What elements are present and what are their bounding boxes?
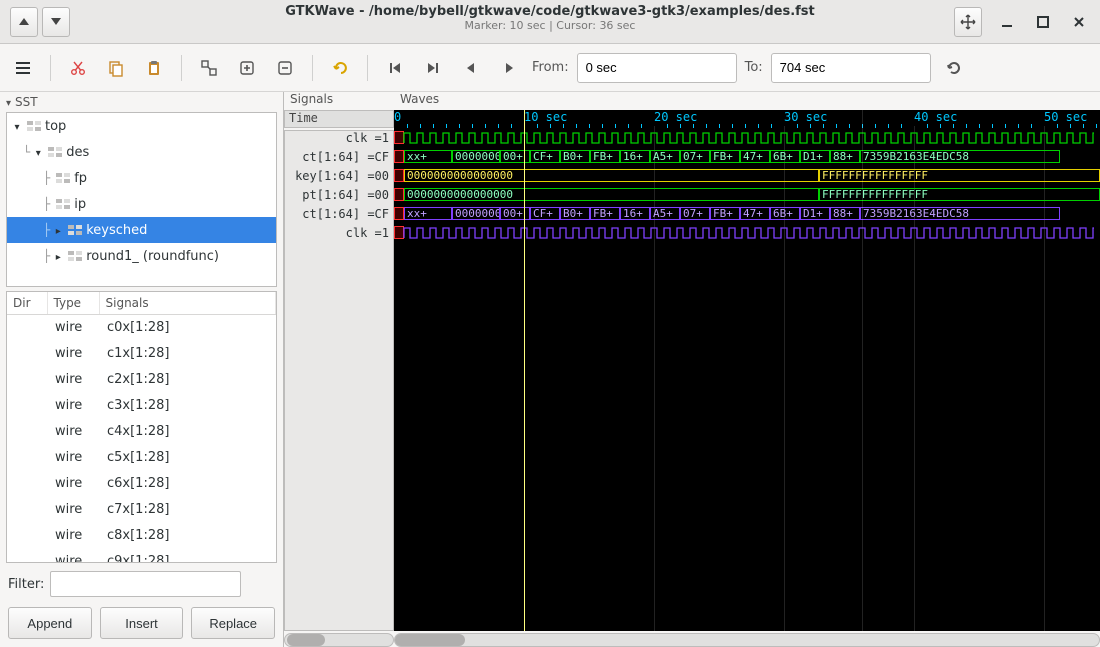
tree-node-des[interactable]: └ des (7, 139, 276, 165)
signal-name[interactable]: key[1:64] =00 (285, 169, 393, 188)
nav-prev-edge-button[interactable] (456, 53, 486, 83)
table-row[interactable]: wirec6x[1:28] (7, 470, 276, 496)
move-window-button[interactable] (954, 7, 982, 37)
tree-label: ip (74, 197, 86, 212)
reload-button[interactable] (939, 53, 969, 83)
marker-line[interactable] (524, 110, 525, 631)
marker-cursor-status: Marker: 10 sec | Cursor: 36 sec (0, 19, 1100, 32)
col-signals[interactable]: Signals (99, 292, 276, 314)
window-maximize-button[interactable] (1030, 9, 1056, 35)
replace-button[interactable]: Replace (191, 607, 275, 639)
window-title: GTKWave - /home/bybell/gtkwave/code/gtkw… (0, 4, 1100, 19)
module-icon (48, 146, 62, 158)
shift-down-button[interactable] (42, 7, 70, 37)
filter-input[interactable] (50, 571, 241, 597)
to-label: To: (745, 60, 763, 75)
hierarchy-tree[interactable]: top └ des ├ fp ├ ip ├ keysched (6, 112, 277, 287)
nav-first-button[interactable] (380, 53, 410, 83)
table-row[interactable]: wirec7x[1:28] (7, 496, 276, 522)
waves-pane-title: Waves (394, 92, 1100, 110)
tree-label: des (66, 145, 89, 160)
sst-panel-header: SST (0, 92, 283, 112)
module-icon (68, 250, 82, 262)
tree-node-top[interactable]: top (7, 113, 276, 139)
tree-label: top (45, 119, 66, 134)
zoom-fit-button[interactable] (194, 53, 224, 83)
wave-view[interactable]: 010 sec20 sec30 sec40 sec50 sec xx+00000… (394, 110, 1100, 631)
table-row[interactable]: wirec8x[1:28] (7, 522, 276, 548)
from-time-input[interactable] (577, 53, 737, 83)
copy-button[interactable] (101, 53, 131, 83)
zoom-out-button[interactable] (270, 53, 300, 83)
col-type[interactable]: Type (47, 292, 99, 314)
undo-button[interactable] (325, 53, 355, 83)
signal-name[interactable]: ct[1:64] =CF (285, 150, 393, 169)
module-icon (27, 120, 41, 132)
filter-label: Filter: (8, 577, 44, 592)
shift-up-button[interactable] (10, 7, 38, 37)
table-row[interactable]: wirec2x[1:28] (7, 366, 276, 392)
table-row[interactable]: wirec3x[1:28] (7, 392, 276, 418)
module-icon (56, 172, 70, 184)
nav-last-button[interactable] (418, 53, 448, 83)
tree-label: fp (74, 171, 87, 186)
paste-button[interactable] (139, 53, 169, 83)
insert-button[interactable]: Insert (100, 607, 184, 639)
table-row[interactable]: wirec5x[1:28] (7, 444, 276, 470)
tree-node-round1[interactable]: ├ round1_ (roundfunc) (7, 243, 276, 269)
signal-name[interactable]: pt[1:64] =00 (285, 188, 393, 207)
table-row[interactable]: wirec1x[1:28] (7, 340, 276, 366)
signal-name-list[interactable]: clk =1ct[1:64] =CFkey[1:64] =00pt[1:64] … (284, 130, 394, 631)
tree-label: keysched (86, 223, 147, 238)
signal-name[interactable]: clk =1 (285, 226, 393, 245)
signal-table[interactable]: Dir Type Signals wirec0x[1:28]wirec1x[1:… (6, 291, 277, 563)
from-label: From: (532, 60, 569, 75)
hamburger-menu-button[interactable] (8, 53, 38, 83)
append-button[interactable]: Append (8, 607, 92, 639)
table-row[interactable]: wirec0x[1:28] (7, 314, 276, 340)
tree-node-fp[interactable]: ├ fp (7, 165, 276, 191)
time-label-box: Time (284, 110, 394, 128)
toolbar: From: To: (0, 44, 1100, 92)
module-icon (68, 224, 82, 236)
window-minimize-button[interactable] (994, 9, 1020, 35)
tree-node-keysched[interactable]: ├ keysched (7, 217, 276, 243)
table-row[interactable]: wirec4x[1:28] (7, 418, 276, 444)
to-time-input[interactable] (771, 53, 931, 83)
time-ruler: 010 sec20 sec30 sec40 sec50 sec (394, 110, 1100, 128)
sst-title: SST (15, 95, 38, 109)
signal-name[interactable]: ct[1:64] =CF (285, 207, 393, 226)
window-close-button[interactable] (1066, 9, 1092, 35)
cut-button[interactable] (63, 53, 93, 83)
tree-label: round1_ (roundfunc) (86, 249, 219, 264)
table-row[interactable]: wirec9x[1:28] (7, 548, 276, 563)
signal-name[interactable]: clk =1 (285, 131, 393, 150)
zoom-in-button[interactable] (232, 53, 262, 83)
waves-hscroll[interactable] (394, 633, 1100, 647)
signals-pane-title: Signals (284, 92, 394, 110)
cursor-line[interactable] (862, 110, 863, 631)
col-dir[interactable]: Dir (7, 292, 47, 314)
signals-hscroll[interactable] (284, 633, 394, 647)
tree-node-ip[interactable]: ├ ip (7, 191, 276, 217)
module-icon (56, 198, 70, 210)
nav-next-edge-button[interactable] (494, 53, 524, 83)
titlebar: GTKWave - /home/bybell/gtkwave/code/gtkw… (0, 0, 1100, 44)
